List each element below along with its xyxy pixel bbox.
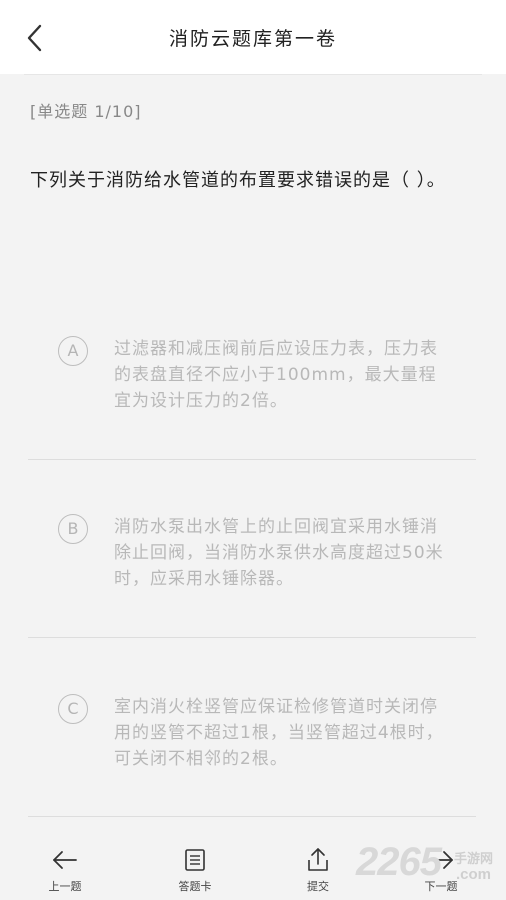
watermark-logo: 2265 手游网 .com bbox=[356, 840, 506, 892]
question-text: 下列关于消防给水管道的布置要求错误的是（ ）。 bbox=[30, 170, 446, 191]
option-c[interactable]: C 室内消火栓竖管应保证检修管道时关闭停用的竖管不超过1根，当竖管超过4根时，可… bbox=[28, 690, 476, 816]
list-icon bbox=[185, 849, 205, 871]
prev-question-button[interactable]: 上一题 bbox=[20, 832, 110, 900]
option-a[interactable]: A 过滤器和减压阀前后应设压力表，压力表的表盘直径不应小于100mm，最大量程宜… bbox=[28, 332, 476, 458]
submit-label: 提交 bbox=[307, 880, 329, 893]
submit-button[interactable]: 提交 bbox=[273, 832, 363, 900]
prev-question-label: 上一题 bbox=[48, 880, 82, 893]
option-c-letter: C bbox=[58, 694, 88, 724]
answer-card-button[interactable]: 答题卡 bbox=[150, 832, 240, 900]
option-b-letter: B bbox=[58, 514, 88, 544]
option-divider bbox=[28, 637, 476, 638]
watermark-number: 2265 bbox=[356, 840, 442, 884]
page-title: 消防云题库第一卷 bbox=[168, 28, 337, 50]
watermark-com: .com bbox=[456, 866, 492, 883]
arrow-left-icon bbox=[53, 851, 77, 869]
header-divider bbox=[24, 74, 482, 75]
option-b-text: 消防水泵出水管上的止回阀宜采用水锤消除止回阀，当消防水泵供水高度超过50米时，应… bbox=[114, 517, 444, 589]
question-type-label: [单选题 1/10] bbox=[30, 102, 142, 121]
option-divider bbox=[28, 459, 476, 460]
upload-icon bbox=[308, 848, 328, 871]
answer-card-label: 答题卡 bbox=[178, 880, 212, 893]
option-a-text: 过滤器和减压阀前后应设压力表，压力表的表盘直径不应小于100mm，最大量程宜为设… bbox=[114, 339, 438, 411]
watermark-cn: 手游网 bbox=[454, 852, 494, 867]
header-bar: 消防云题库第一卷 bbox=[0, 0, 506, 74]
option-b[interactable]: B 消防水泵出水管上的止回阀宜采用水锤消除止回阀，当消防水泵供水高度超过50米时… bbox=[28, 510, 476, 636]
option-c-text: 室内消火栓竖管应保证检修管道时关闭停用的竖管不超过1根，当竖管超过4根时，可关闭… bbox=[114, 697, 444, 769]
option-divider bbox=[28, 816, 476, 817]
option-a-letter: A bbox=[58, 336, 88, 366]
